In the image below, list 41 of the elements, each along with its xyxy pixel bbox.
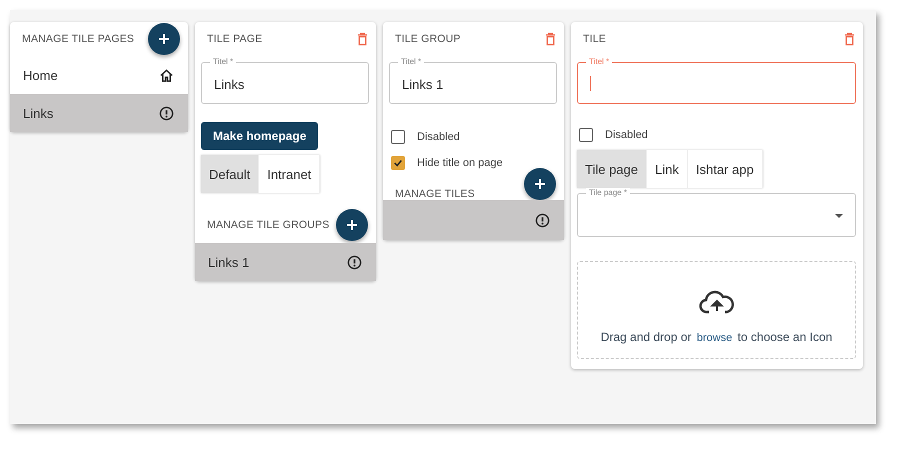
home-icon	[159, 68, 174, 82]
tile-type-option[interactable]: Ishtar app	[688, 150, 763, 188]
checkbox-label: Disabled	[417, 131, 460, 143]
panel-title: TILE	[583, 33, 606, 45]
cloud-upload-icon	[698, 288, 734, 314]
layout-option[interactable]: Intranet	[259, 155, 320, 193]
section-title: MANAGE TILES	[395, 188, 475, 200]
panel-title: TILE PAGE	[207, 33, 262, 45]
plus-icon	[534, 178, 546, 190]
browse-link[interactable]: browse	[696, 332, 732, 344]
tile-type-option[interactable]: Tile page	[577, 150, 647, 188]
checkbox[interactable]	[579, 128, 593, 142]
section-title: MANAGE TILE GROUPS	[207, 219, 330, 231]
alert-icon	[535, 212, 550, 228]
tile-group-item[interactable]: Links 1	[195, 243, 376, 281]
layout-option[interactable]: Default	[201, 155, 260, 193]
add-button[interactable]	[524, 168, 556, 200]
alert-icon	[159, 106, 174, 120]
delete-icon[interactable]	[545, 32, 556, 46]
delete-icon[interactable]	[844, 32, 855, 46]
alert-icon	[347, 254, 362, 270]
plus-icon	[158, 33, 170, 45]
tile-type-option[interactable]: Link	[647, 150, 688, 188]
make-homepage-button[interactable]: Make homepage	[201, 122, 318, 150]
add-button[interactable]	[336, 209, 368, 241]
icon-dropzone[interactable]: Drag and drop or browse to choose an Icon	[577, 261, 856, 359]
delete-icon[interactable]	[357, 32, 368, 46]
tile-item[interactable]	[383, 200, 564, 240]
tile-page-item[interactable]: Home	[10, 56, 188, 94]
add-button[interactable]	[148, 23, 180, 55]
checkbox[interactable]	[391, 130, 405, 144]
check-icon	[393, 158, 403, 168]
checkbox[interactable]	[391, 156, 405, 170]
checkbox-label: Hide title on page	[417, 157, 503, 169]
dropdown-icon	[835, 214, 843, 218]
panel-title: TILE GROUP	[395, 33, 461, 45]
tile-page-item[interactable]: Links	[10, 94, 188, 132]
checkbox-label: Disabled	[605, 129, 648, 141]
plus-icon	[346, 219, 358, 231]
panel-title: MANAGE TILE PAGES	[22, 33, 134, 45]
dropzone-text: Drag and drop or browse to choose an Icon	[600, 330, 832, 344]
